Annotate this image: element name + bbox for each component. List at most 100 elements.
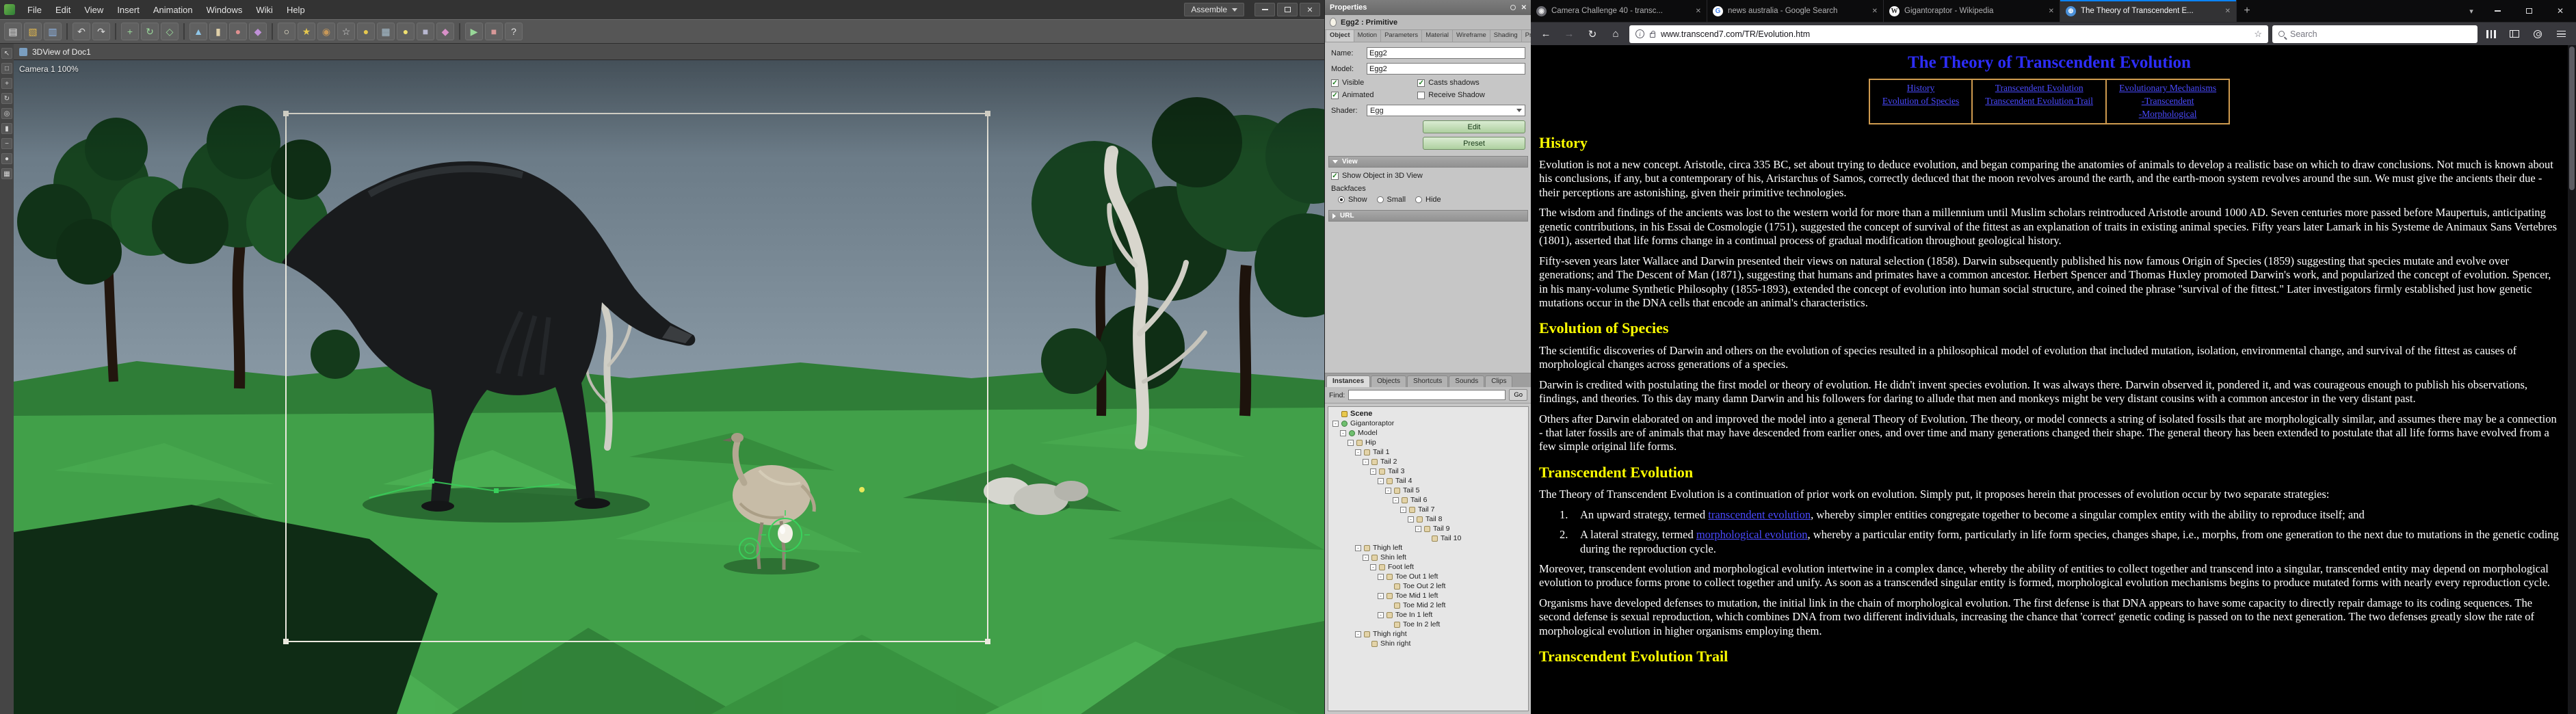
tree-item-toe-in-2-left[interactable]: Toe In 2 left (1330, 620, 1528, 629)
tree-item-thigh-right[interactable]: - Thigh right (1330, 629, 1528, 639)
tree-item-toe-mid-1-left[interactable]: - Toe Mid 1 left (1330, 591, 1528, 600)
view-section-header[interactable]: View (1328, 156, 1528, 168)
tree-item-foot-left[interactable]: - Foot left (1330, 562, 1528, 572)
viewport-titlebar[interactable]: 3DView of Doc1 (14, 44, 1324, 60)
bones-mode-icon[interactable]: ▮ (209, 23, 227, 40)
expander-icon[interactable]: - (1363, 554, 1369, 561)
tab-close-icon[interactable]: ✕ (1696, 8, 1701, 15)
new-project-icon[interactable]: ▤ (4, 23, 22, 40)
mode-selector[interactable]: Assemble (1184, 3, 1244, 16)
scale-tool-icon[interactable]: ◇ (161, 23, 179, 40)
menu-windows[interactable]: Windows (200, 0, 250, 19)
rotate-tool-icon[interactable]: ↻ (141, 23, 159, 40)
close-button[interactable]: ✕ (1300, 3, 1320, 16)
project-tab-sounds[interactable]: Sounds (1449, 375, 1485, 387)
edit-button[interactable]: Edit (1423, 120, 1525, 133)
tree-item-thigh-left[interactable]: - Thigh left (1330, 543, 1528, 553)
expander-icon[interactable]: - (1400, 506, 1406, 513)
scrollbar-thumb[interactable] (2569, 47, 2575, 190)
expander-icon[interactable]: - (1378, 611, 1384, 618)
url-bar[interactable]: i www.transcend7.com/TR/Evolution.htm ☆ (1629, 25, 2268, 43)
feather-icon[interactable]: ☆ (337, 23, 355, 40)
tree-item-toe-out-1-left[interactable]: - Toe Out 1 left (1330, 572, 1528, 581)
inline-link-transcendent-evolution[interactable]: transcendent evolution (1708, 508, 1811, 521)
expander-icon[interactable]: - (1385, 487, 1391, 494)
tree-item-gigantoraptor[interactable]: - Gigantoraptor (1330, 419, 1528, 428)
properties-tab-motion[interactable]: Motion (1354, 30, 1382, 42)
tree-item-toe-mid-2-left[interactable]: Toe Mid 2 left (1330, 600, 1528, 610)
browser-tab-4[interactable]: ⊕ The Theory of Transcendent E... ✕ (2060, 0, 2237, 22)
tree-item-tail-1[interactable]: - Tail 1 (1330, 447, 1528, 457)
expander-icon[interactable]: - (1355, 631, 1361, 637)
egg-model[interactable] (778, 524, 793, 543)
expander-icon[interactable]: - (1363, 458, 1369, 465)
expander-icon[interactable]: - (1370, 564, 1376, 570)
tab-close-icon[interactable]: ✕ (2225, 8, 2231, 15)
properties-tab-shading[interactable]: Shading (1490, 30, 1522, 42)
tree-item-toe-in-1-left[interactable]: - Toe In 1 left (1330, 610, 1528, 620)
menu-help[interactable]: Help (280, 0, 312, 19)
radio-hide[interactable]: Hide (1415, 196, 1441, 204)
menu-view[interactable]: View (77, 0, 110, 19)
open-project-icon[interactable]: ▧ (24, 23, 42, 40)
page-nav-link-transcendent-evolution[interactable]: Transcendent Evolution (1995, 83, 2084, 93)
pin-icon[interactable] (1510, 5, 1516, 10)
page-info-icon[interactable]: i (1635, 29, 1644, 38)
properties-tab-parameters[interactable]: Parameters (1381, 30, 1423, 42)
menu-insert[interactable]: Insert (110, 0, 146, 19)
url-text[interactable]: www.transcend7.com/TR/Evolution.htm (1661, 29, 2248, 39)
render-icon[interactable]: ◆ (436, 23, 454, 40)
tree-item-tail-4[interactable]: - Tail 4 (1330, 476, 1528, 486)
maximize-button[interactable] (2513, 0, 2545, 22)
properties-tab-object[interactable]: Object (1326, 30, 1354, 42)
group-select-icon[interactable]: □ (1, 63, 12, 74)
rotate-view-icon[interactable]: ↻ (1, 93, 12, 104)
show-object-checkbox[interactable]: ✓ (1331, 172, 1339, 180)
light-icon[interactable]: ● (397, 23, 415, 40)
project-tab-instances[interactable]: Instances (1326, 375, 1371, 387)
inline-link-morphological-evolution[interactable]: morphological evolution (1696, 528, 1808, 541)
reload-button[interactable]: ↻ (1583, 25, 1602, 43)
undo-icon[interactable]: ↶ (73, 23, 90, 40)
expander-icon[interactable]: - (1355, 449, 1361, 455)
page-nav-link-transcendent-evolution-trail[interactable]: Transcendent Evolution Trail (1985, 96, 2093, 106)
nest-icon[interactable]: ◉ (317, 23, 335, 40)
shader-select[interactable]: Egg (1367, 105, 1525, 116)
page-scrollbar[interactable] (2568, 45, 2576, 714)
find-input[interactable] (1348, 390, 1506, 400)
page-nav-link-evolution-of-species[interactable]: Evolution of Species (1882, 96, 1959, 106)
account-button[interactable] (2528, 25, 2547, 43)
tree-item-scene[interactable]: Scene (1330, 409, 1528, 419)
minimize-button[interactable] (1254, 3, 1275, 16)
tree-item-tail-9[interactable]: - Tail 9 (1330, 524, 1528, 533)
tree-item-model[interactable]: - Model (1330, 428, 1528, 438)
expander-icon[interactable]: - (1393, 497, 1399, 503)
project-tab-shortcuts[interactable]: Shortcuts (1407, 375, 1449, 387)
expander-icon[interactable]: - (1378, 477, 1384, 484)
translate-tool-icon[interactable]: + (121, 23, 139, 40)
move-tool-icon[interactable]: + (1, 78, 12, 89)
hide-tool-icon[interactable]: − (1, 138, 12, 149)
close-panel-icon[interactable]: ✕ (1521, 4, 1527, 12)
search-bar[interactable]: Search (2272, 25, 2478, 43)
home-button[interactable]: ⌂ (1606, 25, 1625, 43)
back-button[interactable]: ← (1536, 25, 1555, 43)
bone-tool-icon[interactable]: ▮ (1, 123, 12, 134)
model-input[interactable] (1367, 63, 1525, 75)
light-tool-icon[interactable]: ● (1, 153, 12, 164)
checkbox-casts-shadows[interactable]: ✓ Casts shadows (1417, 79, 1525, 87)
menu-file[interactable]: File (21, 0, 49, 19)
tree-item-tail-8[interactable]: - Tail 8 (1330, 514, 1528, 524)
browser-tab-3[interactable]: W Gigantoraptor - Wikipedia ✕ (1884, 0, 2060, 22)
project-tab-clips[interactable]: Clips (1485, 375, 1513, 387)
tree-item-tail-10[interactable]: Tail 10 (1330, 533, 1528, 543)
new-tab-button[interactable]: + (2237, 0, 2257, 22)
name-input[interactable] (1367, 47, 1525, 59)
expander-icon[interactable]: - (1370, 468, 1376, 475)
find-go-button[interactable]: Go (1509, 389, 1527, 401)
menu-wiki[interactable]: Wiki (249, 0, 280, 19)
url-section-header[interactable]: URL (1328, 210, 1528, 222)
tree-item-shin-right[interactable]: Shin right (1330, 639, 1528, 648)
checkbox-animated[interactable]: ✓ Animated (1331, 91, 1417, 99)
tab-close-icon[interactable]: ✕ (2049, 8, 2054, 15)
